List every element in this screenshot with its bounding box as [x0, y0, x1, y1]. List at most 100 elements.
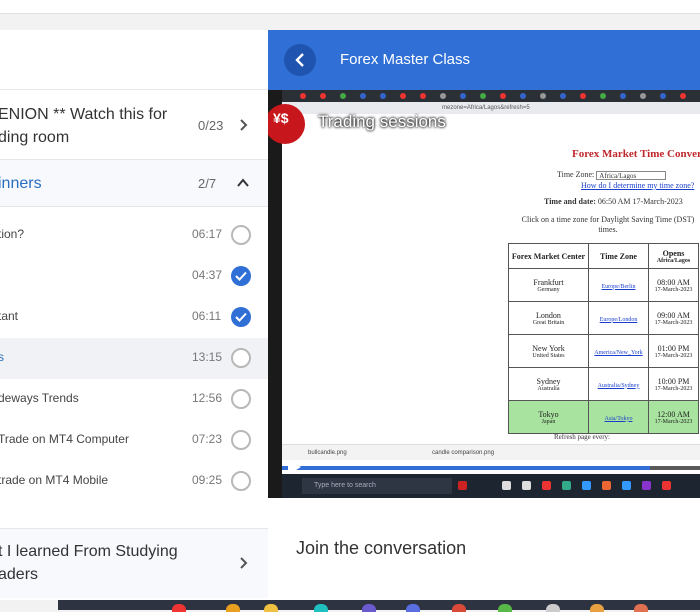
lesson-item[interactable]: Trade on MT4 Computer 07:23: [0, 420, 268, 461]
zone-cell: Asia/Tokyo: [588, 400, 649, 434]
curriculum-sidebar: ENION ** Watch this for ding room 0/23 i…: [0, 30, 268, 600]
lesson-item[interactable]: trade on MT4 Mobile 09:25: [0, 461, 268, 502]
app-icon[interactable]: [314, 604, 328, 612]
app-icon[interactable]: [452, 604, 466, 612]
section-title: ENION ** Watch this for ding room: [0, 103, 188, 149]
tab-favicon-icon: [460, 93, 466, 99]
open-cell: 10:00 PM 17-March-2023: [648, 367, 699, 401]
section-header-intro[interactable]: ENION ** Watch this for ding room 0/23: [0, 90, 268, 160]
table-row: London Great Britain Europe/London 09:00 …: [508, 301, 699, 335]
lesson-duration: 12:56: [192, 391, 223, 405]
app-icon: [562, 481, 571, 490]
city: New York: [532, 343, 565, 353]
lesson-item[interactable]: tion? 06:17: [0, 215, 268, 256]
empty-circle-icon[interactable]: [231, 471, 251, 491]
lesson-duration: 13:15: [192, 350, 223, 364]
check-circle-icon[interactable]: [231, 307, 251, 327]
open-cell: 09:00 AM 17-March-2023: [648, 301, 699, 335]
lesson-panel: Forex Master Class mezone=Africa/Lagos&r…: [268, 30, 700, 600]
open-cell: 08:00 AM 17-March-2023: [648, 268, 699, 302]
zone-cell: Europe/London: [588, 301, 649, 335]
chevron-up-icon: [237, 178, 249, 187]
empty-circle-icon[interactable]: [231, 348, 251, 368]
tab-favicon-icon: [620, 93, 626, 99]
recorded-browser-tabs: [282, 90, 700, 102]
app-icon[interactable]: [634, 604, 648, 612]
app-icon[interactable]: [498, 604, 512, 612]
country: United States: [532, 352, 565, 359]
app-icon[interactable]: [362, 604, 376, 612]
conversation-heading: Join the conversation: [296, 538, 467, 558]
url-text: mezone=Africa/Lagos&refresh=5: [442, 105, 530, 111]
recorded-taskbar: Type here to search: [282, 474, 700, 498]
empty-circle-icon[interactable]: [231, 225, 251, 245]
section-title-line-1: ENION ** Watch this for: [0, 106, 168, 123]
table-header: Opens Africa/Lagos: [648, 243, 699, 269]
lesson-item[interactable]: deways Trends 12:56: [0, 379, 268, 420]
open-date: 17-March-2023: [654, 286, 693, 293]
lesson-title: s: [0, 350, 4, 364]
check-circle-icon[interactable]: [231, 266, 251, 286]
chevron-left-icon: [295, 53, 304, 67]
refresh-label: Refresh page every:: [554, 433, 610, 441]
section-header-beginners[interactable]: inners 2/7: [0, 160, 268, 207]
app-icon: [542, 481, 551, 490]
lesson-item[interactable]: 04:37: [0, 256, 268, 297]
open-time: 08:00 AM: [657, 277, 690, 287]
market-cell: London Great Britain: [508, 301, 589, 335]
tab-favicon-icon: [340, 93, 346, 99]
section-title: t I learned From Studying aders: [0, 540, 188, 586]
app-icon[interactable]: [264, 604, 278, 612]
lesson-item[interactable]: tant 06:11: [0, 297, 268, 338]
app-icon[interactable]: [172, 604, 186, 612]
opens-header: Opens: [662, 248, 685, 258]
video-progress-bar[interactable]: [282, 466, 700, 470]
section-title: inners: [0, 175, 42, 192]
app-icon[interactable]: [590, 604, 604, 612]
tab-favicon-icon: [600, 93, 606, 99]
tab-favicon-icon: [580, 93, 586, 99]
empty-circle-icon[interactable]: [231, 430, 251, 450]
download-file: candle comparison.png: [432, 450, 495, 456]
app-icon[interactable]: [406, 604, 420, 612]
empty-circle-icon[interactable]: [231, 389, 251, 409]
lesson-title: tion?: [0, 227, 25, 241]
app-icon[interactable]: [226, 604, 240, 612]
download-file: bullcandle.png: [308, 450, 347, 456]
country: Japan: [541, 418, 556, 425]
video-progress-fill: [282, 466, 650, 470]
lesson-duration: 06:17: [192, 227, 223, 241]
zone-link: Europe/London: [599, 316, 638, 323]
app-icon: [642, 481, 651, 490]
city: London: [536, 310, 561, 320]
market-cell: Sydney Australia: [508, 367, 589, 401]
local-zone-header: Africa/Lagos: [656, 257, 691, 264]
app-icon: [602, 481, 611, 490]
table-header-row: Forex Market Center Time Zone Opens Afric…: [508, 243, 699, 269]
lesson-duration: 07:23: [192, 432, 223, 446]
zone-link: America/New_York: [594, 349, 643, 356]
lesson-item-active[interactable]: s 13:15: [0, 338, 268, 379]
video-player[interactable]: mezone=Africa/Lagos&refresh=5 Forex Mark…: [268, 90, 700, 498]
country: Germany: [537, 286, 560, 293]
app-icon[interactable]: [546, 604, 560, 612]
section-progress-count: 0/23: [198, 118, 224, 133]
lesson-title: trade on MT4 Mobile: [0, 473, 109, 487]
time-zone-row: Time Zone: Africa/Lagos: [557, 170, 667, 180]
section-header-lessons-learned[interactable]: t I learned From Studying aders: [0, 528, 268, 598]
date-value: 06:50 AM 17-March-2023: [597, 197, 683, 206]
table-row: Frankfurt Germany Europe/Berlin 08:00 AM 1…: [508, 268, 699, 302]
zone-cell: Australia/Sydney: [588, 367, 649, 401]
chevron-right-icon: [240, 557, 248, 569]
tab-favicon-icon: [300, 93, 306, 99]
table-header: Forex Market Center: [508, 243, 589, 269]
converter-heading: Forex Market Time Convert: [572, 148, 700, 160]
zone-cell: America/New_York: [588, 334, 649, 368]
tab-favicon-icon: [440, 93, 446, 99]
course-title: Forex Master Class: [340, 51, 471, 68]
tab-favicon-icon: [660, 93, 666, 99]
date-label: Time and date:: [544, 197, 596, 206]
open-cell: 01:00 PM 17-March-2023: [648, 334, 699, 368]
course-header: Forex Master Class: [268, 30, 700, 90]
back-button[interactable]: [284, 44, 316, 76]
